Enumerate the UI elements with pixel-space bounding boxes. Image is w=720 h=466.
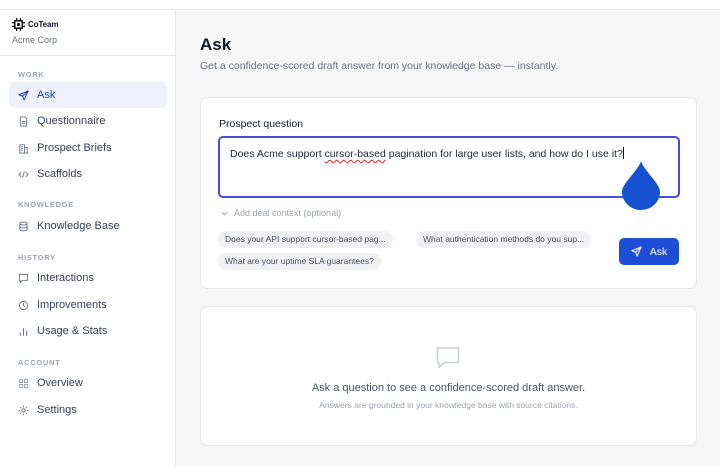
brand: CoTeam Acme Corp <box>12 18 58 45</box>
question-label: Prospect question <box>219 118 304 130</box>
sidebar-item-label: Overview <box>37 377 83 389</box>
sidebar-item-label: Questionnaire <box>37 115 106 127</box>
suggestion-chip[interactable]: Does your API support cursor-based pag..… <box>218 231 393 248</box>
bar-chart-icon <box>19 327 28 336</box>
sidebar-item-label: Prospect Briefs <box>37 142 112 154</box>
empty-state-subtitle: Answers are grounded in your knowledge b… <box>319 400 578 410</box>
sidebar-item-improvements[interactable]: Improvements <box>9 292 167 318</box>
main-content: Ask Get a confidence-scored draft answer… <box>176 10 720 466</box>
page-title: Ask <box>200 35 232 54</box>
send-icon <box>631 246 642 257</box>
deal-context-toggle[interactable]: Add deal context (optional) <box>221 208 341 218</box>
sidebar-item-label: Improvements <box>37 299 107 311</box>
sidebar: CoTeam Acme Corp WORK Ask Questionnaire … <box>0 10 176 466</box>
sidebar-item-label: Ask <box>37 89 56 101</box>
sidebar-item-label: Interactions <box>37 272 94 284</box>
sidebar-item-questionnaire[interactable]: Questionnaire <box>9 108 167 134</box>
sidebar-item-usage-stats[interactable]: Usage & Stats <box>9 318 167 344</box>
deal-context-label: Add deal context (optional) <box>234 208 342 218</box>
chat-bubble-icon <box>436 347 460 369</box>
gear-icon <box>18 405 29 415</box>
top-bar <box>0 0 720 10</box>
pointer-cursor-icon <box>622 161 660 210</box>
section-label-history: HISTORY <box>18 253 56 262</box>
divider <box>0 55 175 56</box>
document-icon <box>19 115 28 127</box>
lightbulb-icon <box>18 300 29 310</box>
ask-button[interactable]: Ask <box>619 238 679 265</box>
building-icon <box>18 143 29 154</box>
sidebar-item-knowledge-base[interactable]: Knowledge Base <box>9 213 167 239</box>
section-label-knowledge: KNOWLEDGE <box>18 200 74 209</box>
sidebar-item-prospect-briefs[interactable]: Prospect Briefs <box>9 135 167 161</box>
chat-icon <box>18 273 29 283</box>
sidebar-item-overview[interactable]: Overview <box>9 370 167 396</box>
ask-card: Prospect question Does Acme support curs… <box>200 97 697 289</box>
send-icon <box>18 89 29 101</box>
brand-name: CoTeam <box>28 20 59 29</box>
page-subtitle: Get a confidence-scored draft answer fro… <box>200 60 559 72</box>
question-input[interactable]: Does Acme support cursor-based paginatio… <box>218 136 680 198</box>
suggestion-chip[interactable]: What authentication methods do you sup..… <box>416 231 592 248</box>
org-name: Acme Corp <box>12 35 58 45</box>
sidebar-item-settings[interactable]: Settings <box>9 397 167 423</box>
brand-logo-icon <box>12 18 25 31</box>
sidebar-item-label: Scaffolds <box>37 168 83 180</box>
ask-button-label: Ask <box>649 245 668 258</box>
sidebar-item-interactions[interactable]: Interactions <box>9 265 167 291</box>
database-icon <box>19 221 28 231</box>
grid-icon <box>18 378 29 388</box>
suggestion-chip[interactable]: What are your uptime SLA guarantees? <box>218 253 381 270</box>
question-text: Does Acme support cursor-based paginatio… <box>230 147 624 160</box>
sidebar-item-ask[interactable]: Ask <box>9 82 167 108</box>
sidebar-item-label: Settings <box>37 404 77 416</box>
sidebar-item-scaffolds[interactable]: Scaffolds <box>9 161 167 187</box>
empty-state-title: Ask a question to see a confidence-score… <box>311 382 586 394</box>
sidebar-item-label: Knowledge Base <box>37 220 120 232</box>
misspelled-word: cursor-based <box>324 148 386 160</box>
text-caret <box>622 147 624 159</box>
chevron-down-icon <box>221 211 228 215</box>
section-label-work: WORK <box>18 70 45 79</box>
section-label-account: ACCOUNT <box>18 358 61 367</box>
sidebar-item-label: Usage & Stats <box>37 325 108 337</box>
code-icon <box>18 170 29 178</box>
answer-placeholder-card: Ask a question to see a confidence-score… <box>200 306 697 446</box>
